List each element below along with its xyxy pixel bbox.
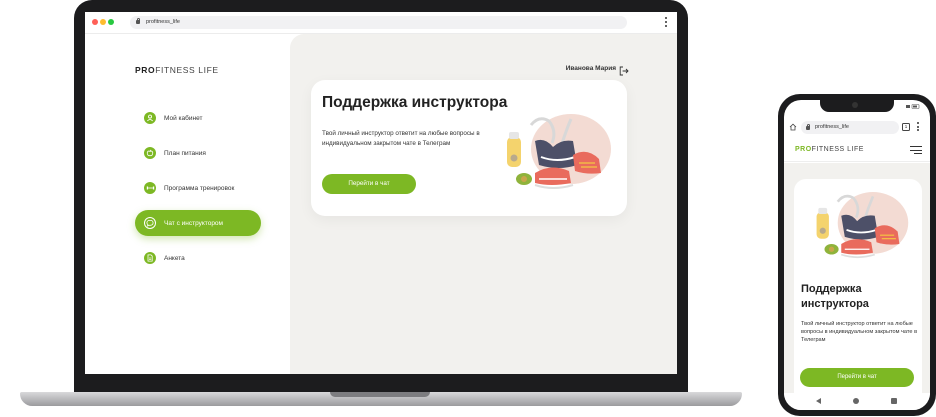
camera-icon	[852, 102, 858, 108]
address-bar-url: profitness_life	[146, 19, 180, 25]
fitness-gear-illustration	[507, 114, 611, 189]
logo-thin-text: FITNESS LIFE	[811, 146, 864, 153]
mobile-card-description: Твой личный инструктор ответит на любые …	[801, 321, 918, 343]
instructor-support-card: Поддержка инструктора Твой личный инстру…	[311, 80, 627, 216]
sidebar-item-training-program[interactable]: Программа тренировок	[135, 175, 261, 201]
go-to-chat-button[interactable]: Перейти в чат	[322, 174, 416, 194]
tabs-count-icon[interactable]: 1	[902, 123, 910, 131]
fitness-gear-illustration	[816, 191, 909, 259]
user-name[interactable]: Иванова Мария	[566, 65, 616, 72]
logo-bold-text: PRO	[135, 65, 156, 75]
mobile-instructor-support-card: Поддержка инструктора Твой личный инстру…	[794, 179, 922, 409]
dumbbell-icon	[144, 182, 156, 194]
lock-icon	[136, 18, 140, 24]
sidebar-item-label: Чат с инструктором	[164, 219, 224, 227]
sidebar-item-questionnaire[interactable]: Анкета	[135, 245, 261, 271]
lock-icon	[806, 124, 810, 130]
document-icon	[144, 252, 156, 264]
signal-battery-icon	[906, 104, 920, 109]
main-content: Иванова Мария Поддержка инструктора Твой…	[290, 34, 677, 374]
home-icon[interactable]	[789, 123, 797, 131]
mobile-header: PROFITNESS LIFE	[784, 138, 930, 162]
sidebar-item-label: Программа тренировок	[164, 184, 235, 192]
mobile-card-title: Поддержка инструктора	[801, 283, 869, 310]
mobile-screen: profitness_life 1 PROFITNESS LIFE Поддер…	[784, 100, 930, 410]
mobile-content: Поддержка инструктора Твой личный инстру…	[784, 163, 930, 409]
hamburger-menu-icon[interactable]	[910, 146, 922, 157]
sidebar-item-instructor-chat[interactable]: Чат с инструктором	[135, 210, 261, 236]
sidebar-item-my-account[interactable]: Мой кабинет	[135, 105, 261, 131]
mobile-address-bar[interactable]: profitness_life	[801, 121, 899, 134]
mobile-address-bar-url: profitness_life	[815, 124, 849, 130]
mobile-browser-toolbar: profitness_life 1	[784, 120, 930, 135]
logout-icon[interactable]	[619, 63, 629, 76]
close-window-icon[interactable]	[92, 19, 98, 25]
sidebar-item-label: Мой кабинет	[164, 114, 203, 122]
browser-menu-icon[interactable]	[665, 16, 668, 30]
home-button-icon[interactable]	[853, 398, 859, 404]
mobile-browser-menu-icon[interactable]	[917, 122, 920, 133]
laptop-notch	[330, 392, 430, 397]
logo-thin-text: FITNESS LIFE	[155, 65, 219, 75]
apple-icon	[144, 147, 156, 159]
sidebar: PROFITNESS LIFE Мой кабинет План питания…	[85, 34, 290, 374]
maximize-window-icon[interactable]	[108, 19, 114, 25]
desktop-screen: profitness_life PROFITNESS LIFE Мой каби…	[85, 12, 677, 374]
sidebar-item-nutrition-plan[interactable]: План питания	[135, 140, 261, 166]
mobile-brand-logo[interactable]: PROFITNESS LIFE	[795, 146, 864, 153]
address-bar[interactable]: profitness_life	[130, 16, 627, 29]
browser-toolbar: profitness_life	[85, 12, 677, 34]
android-nav-bar	[784, 393, 930, 410]
recents-icon[interactable]	[891, 398, 897, 404]
minimize-window-icon[interactable]	[100, 19, 106, 25]
chat-icon	[144, 217, 156, 229]
user-icon	[144, 112, 156, 124]
logo-bold-text: PRO	[795, 146, 812, 153]
sidebar-item-label: План питания	[164, 149, 206, 157]
mobile-go-to-chat-button[interactable]: Перейти в чат	[800, 368, 914, 387]
card-description: Твой личный инструктор ответит на любые …	[322, 130, 480, 147]
sidebar-item-label: Анкета	[164, 254, 185, 262]
card-title: Поддержка инструктора	[322, 94, 508, 111]
brand-logo[interactable]: PROFITNESS LIFE	[135, 65, 219, 75]
back-icon[interactable]	[816, 398, 821, 404]
